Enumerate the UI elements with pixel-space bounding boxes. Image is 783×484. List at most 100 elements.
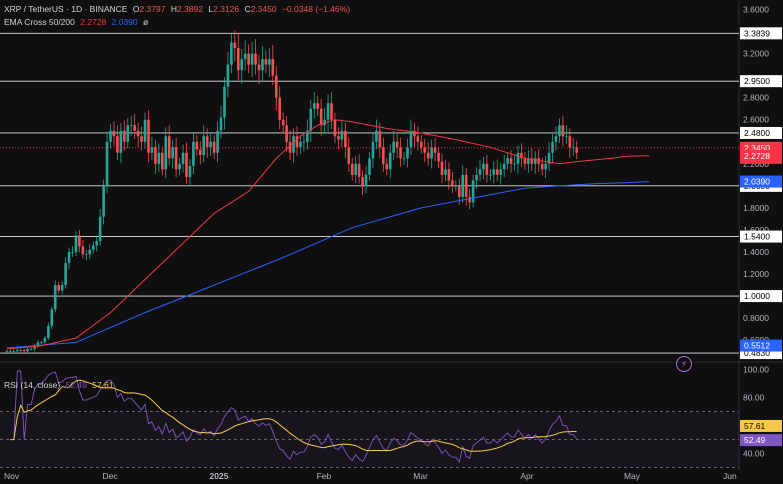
candle-body xyxy=(150,147,154,153)
candle-body xyxy=(102,185,105,217)
candle-body xyxy=(60,285,64,291)
candle-body xyxy=(461,174,465,197)
price-badge-label: 0.5512 xyxy=(744,341,770,351)
candle-body xyxy=(136,130,140,137)
lightning-icon[interactable]: ⚡ xyxy=(676,356,692,372)
candle-body xyxy=(9,351,12,352)
candle-body xyxy=(85,254,88,255)
candle-body xyxy=(140,136,143,142)
candle-body xyxy=(437,152,440,162)
candle-body xyxy=(240,59,244,71)
price-tick-label: 0.8000 xyxy=(743,313,769,323)
candle-body xyxy=(568,136,572,148)
price-tick-label: 2.6000 xyxy=(743,115,769,125)
candle-body xyxy=(509,158,513,164)
candle-body xyxy=(29,348,33,350)
candle-body xyxy=(551,141,554,153)
candle-body xyxy=(43,337,47,343)
rsi-legend[interactable]: RSI (14, close) 52.49 57.61 xyxy=(4,380,117,390)
candle-body xyxy=(154,147,157,164)
candle-body xyxy=(385,163,389,170)
candle-body xyxy=(268,59,271,65)
candle-body xyxy=(299,141,302,148)
price-chart[interactable]: 3.60003.20002.80002.60002.20001.80001.60… xyxy=(0,0,783,484)
candle-body xyxy=(561,125,565,137)
price-tick-label: 3.6000 xyxy=(743,5,769,15)
price-badge-label: 2.0390 xyxy=(744,177,770,187)
level-label: 2.4800 xyxy=(744,128,770,138)
ema-extra-value: ø xyxy=(143,17,149,27)
candle-body xyxy=(302,141,306,143)
candle-body xyxy=(292,136,295,153)
candle-body xyxy=(406,147,409,159)
candle-body xyxy=(195,141,199,150)
level-label: 1.0000 xyxy=(744,291,770,301)
time-axis-label: 2025 xyxy=(210,471,229,481)
candle-body xyxy=(419,141,423,148)
candle-body xyxy=(157,152,161,164)
candle-body xyxy=(109,130,112,142)
candle-body xyxy=(74,235,78,252)
candle-body xyxy=(285,125,288,142)
candle-body xyxy=(67,251,71,264)
candle-body xyxy=(478,169,482,175)
rsi-tick-label: 40.00 xyxy=(743,449,765,459)
close-value: C2.3450 xyxy=(244,4,277,14)
candle-body xyxy=(53,285,57,310)
level-label: 2.9500 xyxy=(744,76,770,86)
rsi-legend-name: RSI (14, close) xyxy=(4,380,61,390)
candle-body xyxy=(502,163,506,170)
candle-body xyxy=(105,141,109,186)
ema200-value: 2.0390 xyxy=(111,17,138,27)
candle-body xyxy=(181,152,185,164)
candle-body xyxy=(416,136,420,142)
candle-body xyxy=(378,130,382,148)
candle-body xyxy=(326,103,330,120)
price-tick-label: 1.4000 xyxy=(743,247,769,257)
candle-body xyxy=(495,169,499,175)
candle-body xyxy=(468,196,471,203)
time-axis-label: Apr xyxy=(520,471,533,481)
time-axis-label: Dec xyxy=(103,471,119,481)
candle-body xyxy=(271,59,275,76)
candle-body xyxy=(95,240,98,246)
candle-body xyxy=(409,130,413,148)
candle-body xyxy=(368,158,371,175)
candle-body xyxy=(382,147,385,164)
candle-body xyxy=(447,169,451,181)
rsi-badge-label: 57.61 xyxy=(744,421,766,431)
candle-body xyxy=(506,158,509,164)
candle-body xyxy=(254,53,257,65)
level-label: 1.5400 xyxy=(744,232,770,242)
candle-body xyxy=(533,158,537,164)
candle-body xyxy=(485,163,489,175)
candle-body xyxy=(457,185,461,197)
time-axis-label: Nov xyxy=(4,471,20,481)
candle-body xyxy=(288,141,292,153)
candle-body xyxy=(81,246,85,255)
candle-body xyxy=(185,152,188,178)
candle-body xyxy=(361,177,364,186)
candle-body xyxy=(212,141,216,153)
ema-legend[interactable]: EMA Cross 50/200 2.2728 2.0390 ø xyxy=(4,17,151,27)
candle-body xyxy=(312,103,316,109)
ema50-value: 2.2728 xyxy=(80,17,107,27)
candle-body xyxy=(371,141,375,159)
candle-body xyxy=(119,130,123,153)
candle-body xyxy=(12,351,16,352)
candle-body xyxy=(250,53,254,65)
candle-body xyxy=(344,130,347,148)
candle-body xyxy=(319,108,323,126)
rsi-badge-label: 52.49 xyxy=(744,435,766,445)
candle-body xyxy=(395,141,399,148)
candle-body xyxy=(392,141,395,153)
level-label: 3.3839 xyxy=(744,28,770,38)
time-axis-label: Mar xyxy=(413,471,428,481)
candle-body xyxy=(451,180,454,186)
rsi-tick-label: 80.00 xyxy=(743,393,765,403)
candle-body xyxy=(126,125,130,142)
candle-body xyxy=(116,136,119,153)
time-axis-label: Jun xyxy=(723,471,737,481)
candle-body xyxy=(333,119,337,137)
candle-body xyxy=(167,136,171,159)
